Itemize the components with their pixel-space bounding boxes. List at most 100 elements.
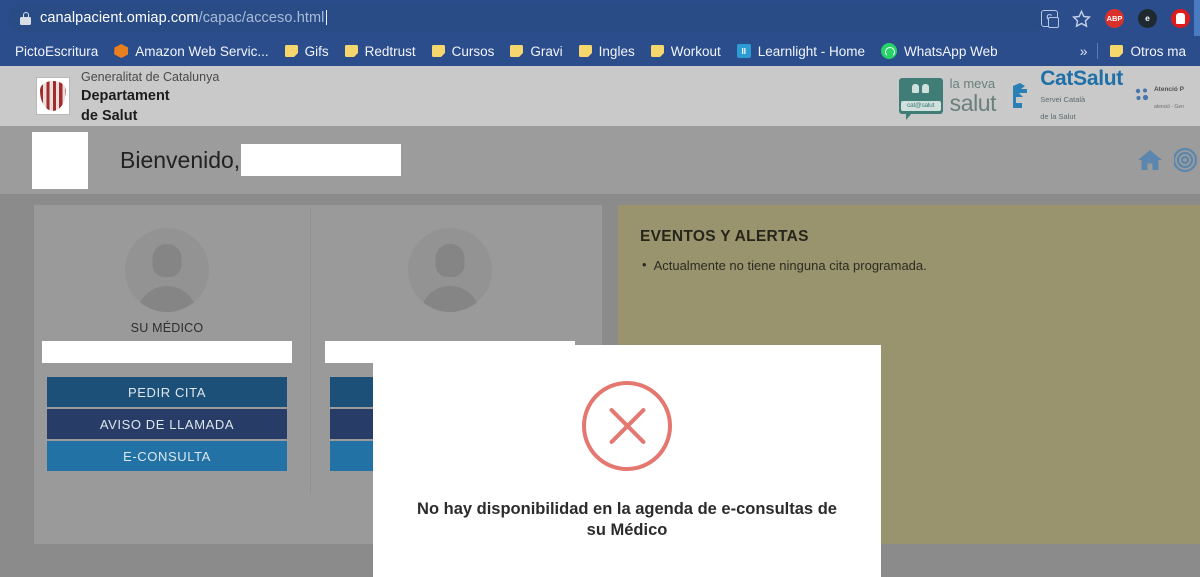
bookmark-other-bookmarks[interactable]: Otros ma [1102,41,1194,62]
gencat-text-2: atenció · Gen [1153,103,1184,110]
bookmark-ingles[interactable]: Ingles [571,41,643,62]
catsalut-wordmark: CatSalut Servei Català de la Salut [1040,68,1123,124]
browser-menu-button[interactable] [1194,0,1200,36]
welcome-bar-icons [1137,126,1200,194]
bookmark-label: Workout [670,43,721,59]
alerts-title: EVENTOS Y ALERTAS [640,228,809,245]
catalonia-senyera-shield-icon [36,77,70,115]
target-icon[interactable] [1174,147,1200,173]
la-meva-salut-wordmark: la meva salut [950,76,997,115]
lms-word-1: la meva [949,76,996,92]
list-item: • Actualmente no tiene ninguna cita prog… [618,246,1200,273]
card-label: SU MÉDICO [130,321,204,335]
avatar [32,131,88,189]
person-avatar-icon [408,228,492,312]
alert-text: Actualmente no tiene ninguna cita progra… [653,258,927,273]
page-content: Generalitat de Catalunya Departament de … [0,66,1200,577]
bookmark-learnlight-home[interactable]: II Learnlight - Home [729,41,873,62]
bookmark-label: Learnlight - Home [757,43,866,59]
bookmarks-overflow-button[interactable]: » [1070,43,1098,59]
logo-atencio-primaria[interactable]: Atenció P atenció · Gen [1135,79,1184,113]
site-header: Generalitat de Catalunya Departament de … [0,66,1200,126]
bookmark-label: Gravi [530,43,563,59]
bookmark-gravi[interactable]: Gravi [502,41,570,62]
e-consulta-button[interactable]: E-CONSULTA [47,441,287,471]
person-avatar-icon [125,228,209,312]
folder-icon [431,45,445,57]
aws-icon [114,44,129,58]
brand-logo[interactable]: Generalitat de Catalunya Departament de … [36,67,219,125]
catsalut-sub-1: Servei Català [1040,95,1086,105]
divider [310,209,311,494]
page-title: Bienvenido, [120,146,241,173]
folder-icon [510,45,524,57]
gencat-text-1: Atenció P [1153,86,1184,94]
folder-icon [650,45,664,57]
bookmark-workout[interactable]: Workout [643,41,729,62]
bookmark-whatsapp-web[interactable]: WhatsApp Web [873,40,1006,62]
aviso-de-llamada-button[interactable]: AVISO DE LLAMADA [47,409,287,439]
brand-line-2: Departament [81,88,170,105]
stop-extension-icon[interactable] [1171,8,1190,28]
card-label [317,321,583,336]
lock-icon [20,11,31,25]
bookmark-cursos[interactable]: Cursos [424,41,503,62]
logo-catsalut[interactable]: CatSalut Servei Català de la Salut [1008,68,1123,124]
star-icon[interactable] [1071,9,1092,28]
bookmark-pictoescritura[interactable]: PictoEscritura [7,41,106,62]
screenshot-root: canalpacient.omiap.com/capac/acceso.html… [0,0,1200,577]
catsalut-name: CatSalut [1040,67,1123,91]
bookmark-label: Otros ma [1130,43,1186,59]
text-caret [325,10,327,25]
brand-line-1: Generalitat de Catalunya [81,70,220,85]
bookmark-label: Amazon Web Servic... [135,43,269,59]
bullet-icon: • [642,257,647,272]
bookmark-label: Cursos [451,43,495,59]
whatsapp-icon [881,43,898,59]
bookmark-label: Redtrust [364,43,416,59]
folder-icon [344,45,358,57]
bookmark-label: Ingles [598,43,635,59]
gencat-dots-icon [1135,88,1150,103]
adblock-plus-icon[interactable]: ABP [1105,8,1124,28]
lms-word-2: salut [949,90,997,117]
divider [1097,43,1099,59]
bookmark-label: WhatsApp Web [904,43,998,59]
bookmark-label: PictoEscritura [15,43,99,59]
error-circle-x-icon [582,381,672,471]
learnlight-icon: II [736,44,751,58]
address-bar-url: canalpacient.omiap.com/capac/acceso.html [40,10,327,26]
browser-omnibar: canalpacient.omiap.com/capac/acceso.html… [0,0,1200,36]
translate-icon[interactable]: G [1041,9,1059,28]
card-su-medico: SU MÉDICO PEDIR CITA AVISO DE LLAMADA E-… [34,205,300,544]
gencat-text: Atenció P atenció · Gen [1154,79,1184,113]
bookmark-redtrust[interactable]: Redtrust [337,41,424,62]
catsalut-mark-icon [1008,81,1034,111]
folder-icon [284,45,298,57]
catsalut-sub-2: de la Salut [1040,112,1076,122]
bookmark-label: Gifs [304,43,329,59]
doctor-name-redacted [42,341,292,363]
logo-la-meva-salut[interactable]: cat@salut la meva salut [898,76,997,120]
error-modal-dialog: No hay disponibilidad en la agenda de e-… [373,345,881,577]
bookmark-amazon-web-services[interactable]: Amazon Web Servic... [106,41,276,62]
badge-text: cat@salut [900,100,941,111]
brand-line-3: de Salut [81,107,138,124]
welcome-bar: Bienvenido, [0,126,1200,194]
modal-message: No hay disponibilidad en la agenda de e-… [417,500,837,540]
pedir-cita-button[interactable]: PEDIR CITA [47,377,287,407]
bookmarks-overflow-area: » Otros ma [1069,36,1200,66]
folder-icon [578,45,592,57]
address-bar[interactable]: canalpacient.omiap.com/capac/acceso.html [8,4,1046,32]
url-path: /capac/acceso.html [198,10,325,26]
omnibar-actions: G ABP e [1041,0,1196,36]
header-logos: cat@salut la meva salut CatSalut Servei … [898,68,1184,124]
bookmark-gifs[interactable]: Gifs [277,41,337,62]
folder-icon [1110,45,1124,57]
user-name-redacted [241,144,402,176]
bookmarks-bar: PictoEscritura Amazon Web Servic... Gifs… [0,36,1200,66]
home-icon[interactable] [1137,148,1163,172]
ghostery-icon[interactable]: e [1138,8,1157,28]
url-host: canalpacient.omiap.com [40,10,199,26]
card-action-buttons: PEDIR CITA AVISO DE LLAMADA E-CONSULTA [47,377,287,471]
